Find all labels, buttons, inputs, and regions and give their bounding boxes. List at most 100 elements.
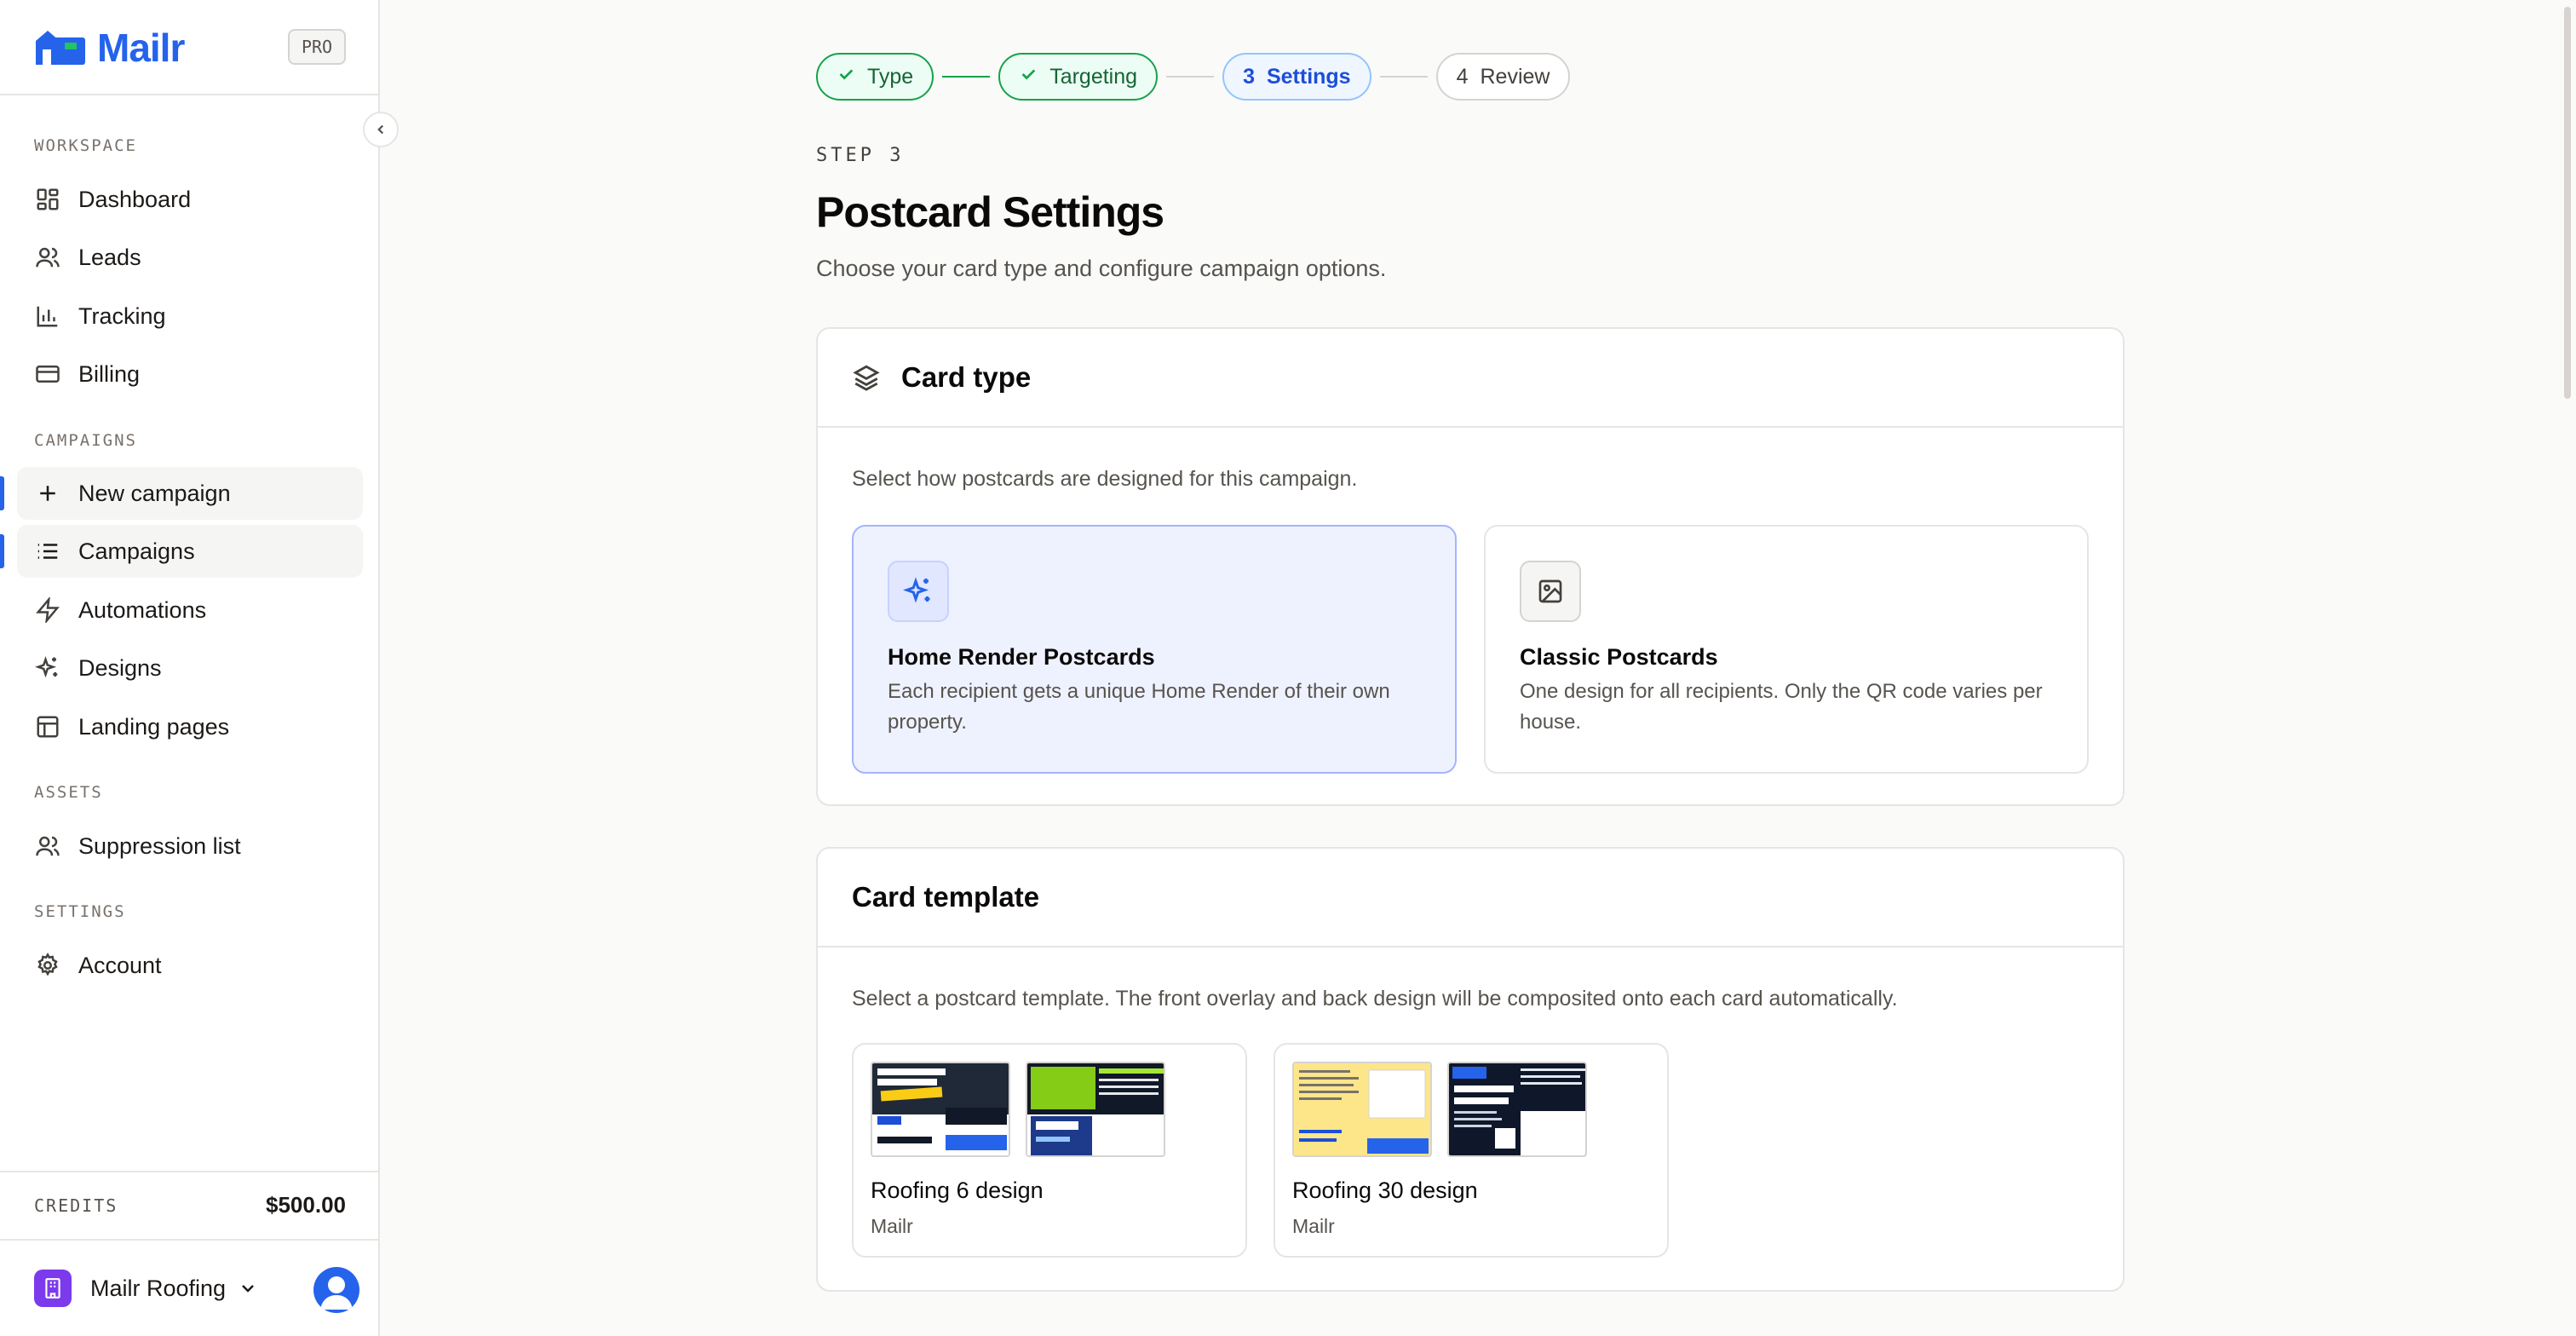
sidebar: Mailr PRO WORKSPACE Dashboard Leads Trac…: [0, 0, 380, 1336]
sidebar-item-label: Account: [78, 952, 162, 978]
sidebar-item-label: Designs: [78, 654, 162, 681]
sidebar-item-label: Tracking: [78, 302, 166, 329]
option-description: Each recipient gets a unique Home Render…: [888, 680, 1390, 734]
template-roofing-6[interactable]: Roofing 6 design Mailr: [852, 1043, 1247, 1258]
step-settings[interactable]: 3 Settings: [1222, 53, 1371, 101]
card-template-description: Select a postcard template. The front ov…: [852, 987, 1898, 1011]
page-subtitle: Choose your card type and configure camp…: [816, 256, 1387, 281]
collapse-sidebar-button[interactable]: [363, 112, 399, 147]
page-title: Postcard Settings: [816, 188, 1164, 236]
step-connector: [1379, 76, 1428, 78]
org-name: Mailr Roofing: [90, 1275, 227, 1301]
credits-label: CREDITS: [34, 1195, 118, 1216]
active-indicator: [0, 476, 4, 510]
sidebar-item-billing[interactable]: Billing: [17, 348, 363, 400]
step-type[interactable]: Type: [816, 53, 934, 101]
option-title: Home Render Postcards: [888, 644, 1155, 670]
sidebar-item-label: Automations: [78, 596, 207, 623]
step-connector: [1166, 76, 1215, 78]
step-eyebrow: STEP 3: [816, 145, 905, 166]
scrollbar-thumb[interactable]: [2564, 7, 2571, 399]
chevron-down-icon: [238, 1278, 258, 1299]
brand-logo[interactable]: Mailr: [34, 26, 185, 70]
card-template-panel: Card template Select a postcard template…: [816, 847, 2125, 1292]
template-brand: Mailr: [1292, 1215, 1335, 1237]
template-brand: Mailr: [871, 1215, 913, 1237]
step-targeting[interactable]: Targeting: [998, 53, 1159, 101]
wizard-stepper: Type Targeting 3 Settings 4 Review: [816, 53, 1571, 101]
step-review[interactable]: 4 Review: [1435, 53, 1571, 101]
gear-icon: [34, 952, 61, 979]
sidebar-item-label: Campaigns: [78, 538, 195, 564]
card-type-title: Card type: [901, 361, 1032, 393]
sidebar-divider: [0, 1171, 380, 1172]
sidebar-item-designs[interactable]: Designs: [17, 642, 363, 694]
sidebar-divider: [0, 94, 380, 95]
layers-icon: [852, 363, 881, 392]
card-template-header: Card template: [818, 849, 2123, 947]
template-front-thumbnail: [1292, 1062, 1432, 1157]
card-template-title: Card template: [852, 881, 1040, 913]
sidebar-item-tracking[interactable]: Tracking: [17, 290, 363, 343]
plus-icon: [34, 480, 61, 507]
sidebar-item-label: Dashboard: [78, 186, 192, 212]
chevron-left-icon: [377, 124, 384, 135]
step-number: 4: [1456, 64, 1469, 89]
sidebar-item-label: New campaign: [78, 480, 231, 506]
credits-row: CREDITS $500.00: [34, 1192, 346, 1218]
pro-badge: PRO: [288, 29, 346, 65]
layout-icon: [34, 713, 61, 740]
check-icon: [837, 65, 855, 89]
option-description: One design for all recipients. Only the …: [1520, 680, 2043, 734]
sidebar-item-label: Leads: [78, 244, 141, 270]
sidebar-item-campaigns[interactable]: Campaigns: [17, 525, 363, 578]
bar-chart-icon: [34, 302, 61, 330]
step-label: Review: [1480, 64, 1550, 89]
option-home-render-postcards[interactable]: Home Render Postcards Each recipient get…: [852, 525, 1457, 774]
step-label: Settings: [1266, 64, 1351, 89]
step-connector: [942, 76, 991, 78]
sidebar-item-automations[interactable]: Automations: [17, 584, 363, 636]
sidebar-item-account[interactable]: Account: [17, 939, 363, 992]
sidebar-item-landing-pages[interactable]: Landing pages: [17, 700, 363, 753]
user-avatar[interactable]: [313, 1267, 359, 1313]
sparkles-icon: [888, 561, 949, 622]
sparkles-icon: [34, 654, 61, 682]
users-icon: [34, 832, 61, 860]
check-icon: [1019, 65, 1038, 89]
card-type-header: Card type: [818, 329, 2123, 428]
template-name: Roofing 30 design: [1292, 1178, 1478, 1203]
sidebar-item-dashboard[interactable]: Dashboard: [17, 173, 363, 226]
card-type-panel: Card type Select how postcards are desig…: [816, 327, 2125, 806]
option-title: Classic Postcards: [1520, 644, 1718, 670]
step-label: Type: [867, 64, 914, 89]
credits-value: $500.00: [266, 1192, 346, 1218]
option-classic-postcards[interactable]: Classic Postcards One design for all rec…: [1484, 525, 2089, 774]
sidebar-item-label: Suppression list: [78, 832, 241, 859]
sidebar-item-suppression-list[interactable]: Suppression list: [17, 820, 363, 872]
mailbox-logo-icon: [36, 31, 85, 65]
step-label: Targeting: [1049, 64, 1138, 89]
template-roofing-30[interactable]: Roofing 30 design Mailr: [1274, 1043, 1669, 1258]
sidebar-item-new-campaign[interactable]: New campaign: [17, 467, 363, 520]
section-label-assets: ASSETS: [34, 783, 103, 802]
brand-name: Mailr: [97, 26, 185, 70]
card-type-description: Select how postcards are designed for th…: [852, 467, 1358, 491]
sidebar-item-leads[interactable]: Leads: [17, 231, 363, 284]
org-switcher[interactable]: Mailr Roofing: [34, 1270, 258, 1307]
list-icon: [34, 538, 61, 565]
sidebar-item-label: Billing: [78, 360, 141, 387]
template-thumbnails: [871, 1062, 1165, 1157]
sidebar-item-label: Landing pages: [78, 713, 230, 740]
template-name: Roofing 6 design: [871, 1178, 1044, 1203]
image-icon: [1520, 561, 1581, 622]
page-scrollbar[interactable]: [2559, 0, 2576, 1336]
sidebar-divider: [0, 1239, 380, 1241]
building-icon: [34, 1270, 72, 1307]
section-label-campaigns: CAMPAIGNS: [34, 431, 137, 450]
template-back-thumbnail: [1026, 1062, 1165, 1157]
lightning-icon: [34, 596, 61, 624]
template-thumbnails: [1292, 1062, 1587, 1157]
main-content: Type Targeting 3 Settings 4 Review STEP …: [382, 0, 2559, 1336]
section-label-workspace: WORKSPACE: [34, 136, 137, 155]
